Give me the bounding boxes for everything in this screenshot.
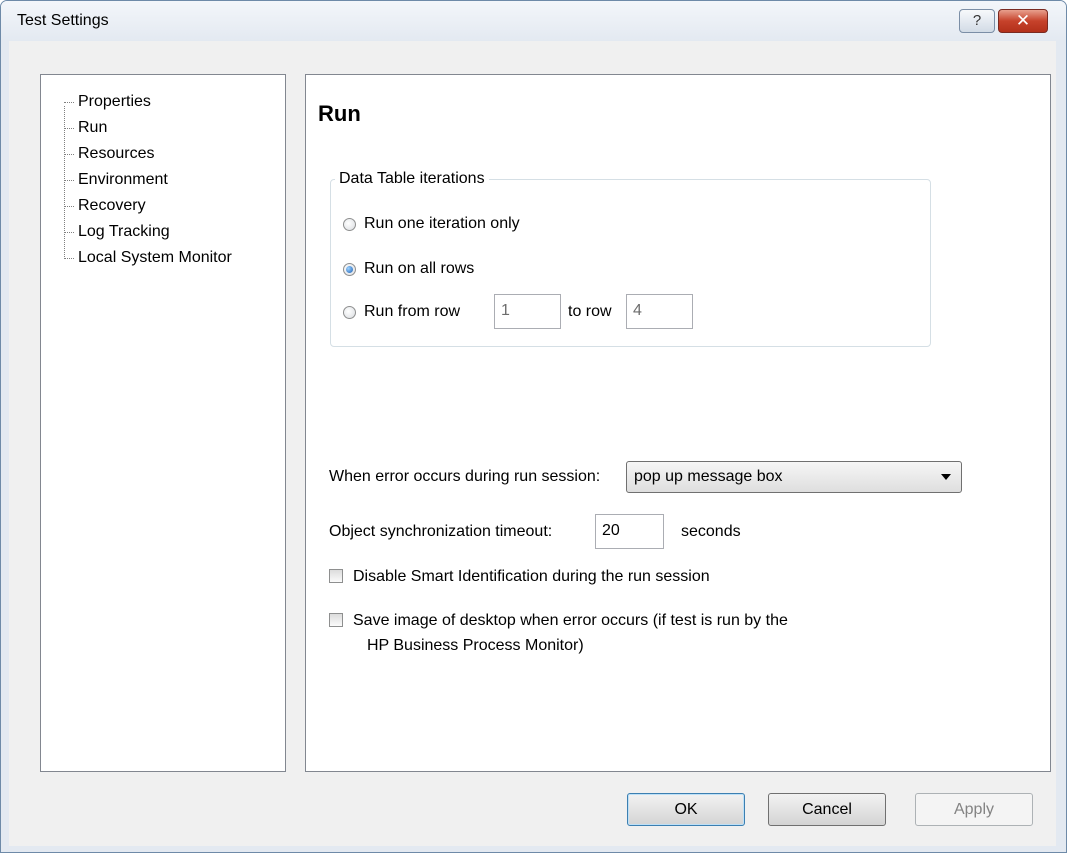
tree-branch <box>64 257 74 259</box>
radio-label: Run from row <box>364 303 461 320</box>
tree-item-log-tracking[interactable]: Log Tracking <box>64 223 170 249</box>
tree-item-resources[interactable]: Resources <box>64 145 154 171</box>
tree-item-label: Local System Monitor <box>78 249 232 266</box>
page-title: Run <box>318 101 361 126</box>
tree-item-label: Environment <box>78 171 168 188</box>
tree-branch <box>64 153 74 155</box>
radio-button-selected[interactable] <box>343 262 356 276</box>
radio-button[interactable] <box>343 305 356 319</box>
timeout-unit: seconds <box>681 523 741 540</box>
error-handling-value: pop up message box <box>634 468 783 485</box>
window-title: Test Settings <box>17 12 109 29</box>
error-handling-label: When error occurs during run session: <box>329 468 601 485</box>
tree-item-label: Log Tracking <box>78 223 170 240</box>
settings-tree: Properties Run Resources Environment Rec… <box>40 74 286 772</box>
dialog-body: Properties Run Resources Environment Rec… <box>9 41 1056 846</box>
tree-branch <box>64 179 74 181</box>
save-desktop-image-label-continued: HP Business Process Monitor) <box>367 637 584 654</box>
run-all-rows-option[interactable]: Run on all rows <box>343 258 474 280</box>
tree-item-environment[interactable]: Environment <box>64 171 168 197</box>
ok-button[interactable]: OK <box>627 793 745 826</box>
radio-label: Run one iteration only <box>364 215 520 232</box>
to-row-label: to row <box>568 303 612 320</box>
run-settings-page: Run Data Table iterations Run one iterat… <box>305 74 1051 772</box>
tree-item-label: Properties <box>78 93 151 110</box>
tree-branch <box>64 101 74 103</box>
close-button[interactable]: ✕ <box>998 9 1048 33</box>
save-desktop-image-label: Save image of desktop when error occurs … <box>353 612 788 629</box>
help-button[interactable]: ? <box>959 9 995 33</box>
disable-smart-identification-label: Disable Smart Identification during the … <box>353 568 710 585</box>
tree-item-properties[interactable]: Properties <box>64 93 151 119</box>
tree-branch <box>64 127 74 129</box>
tree-branch <box>64 231 74 233</box>
radio-label: Run on all rows <box>364 260 475 277</box>
title-bar[interactable]: Test Settings ? ✕ <box>1 1 1066 41</box>
tree-item-local-system-monitor[interactable]: Local System Monitor <box>64 249 232 275</box>
tree-branch <box>64 205 74 207</box>
test-settings-dialog: Test Settings ? ✕ Properties Run Resourc… <box>0 0 1067 853</box>
from-row-field[interactable]: 1 <box>494 294 561 329</box>
disable-smart-identification-checkbox[interactable] <box>329 569 343 583</box>
chevron-down-icon <box>941 474 951 480</box>
tree-item-label: Run <box>78 119 108 136</box>
run-one-iteration-option[interactable]: Run one iteration only <box>343 213 520 235</box>
group-label: Data Table iterations <box>335 170 489 188</box>
to-row-field[interactable]: 4 <box>626 294 693 329</box>
tree-item-label: Recovery <box>78 197 146 214</box>
help-icon: ? <box>972 12 982 29</box>
tree-item-run[interactable]: Run <box>64 119 107 145</box>
apply-button[interactable]: Apply <box>915 793 1033 826</box>
save-desktop-image-checkbox[interactable] <box>329 613 343 627</box>
timeout-label: Object synchronization timeout: <box>329 523 553 540</box>
timeout-field[interactable]: 20 <box>595 514 664 549</box>
close-icon: ✕ <box>1015 11 1031 30</box>
tree-item-label: Resources <box>78 145 155 162</box>
cancel-button[interactable]: Cancel <box>768 793 886 826</box>
tree-item-recovery[interactable]: Recovery <box>64 197 146 223</box>
run-row-range-option[interactable]: Run from row <box>343 301 460 323</box>
error-handling-select[interactable]: pop up message box <box>626 461 962 493</box>
radio-button[interactable] <box>343 217 356 231</box>
